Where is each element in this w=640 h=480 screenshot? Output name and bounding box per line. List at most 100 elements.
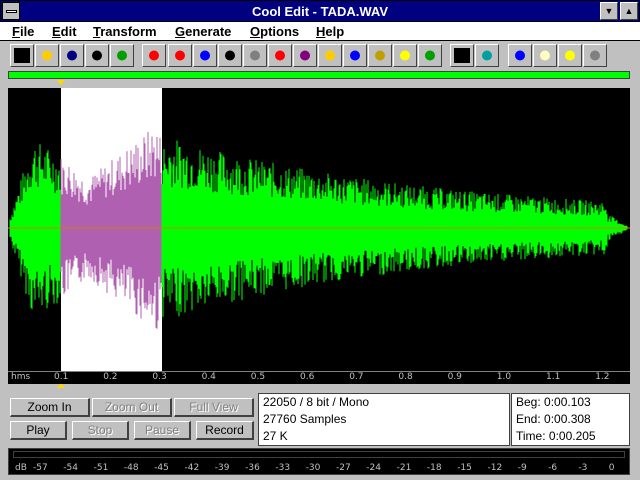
pencil-icon	[14, 48, 30, 63]
notes-tool-button[interactable]	[533, 44, 557, 67]
brightness-icon	[397, 48, 413, 63]
record-button[interactable]: Record	[196, 421, 254, 440]
refresh-tool-button[interactable]	[508, 44, 532, 67]
reverse-tool-button[interactable]	[142, 44, 166, 67]
noise-icon	[372, 48, 388, 63]
filter-tool-button[interactable]	[293, 44, 317, 67]
pause-button[interactable]: Pause	[134, 421, 191, 440]
ruler-tick-label: 0.9	[447, 372, 462, 382]
help-icon	[562, 48, 578, 63]
menu-transform[interactable]: Transform	[93, 24, 157, 39]
ruler-tick-label: 0.5	[250, 372, 266, 382]
play-line-tool-button[interactable]	[450, 44, 474, 67]
spectrum-tool-button[interactable]	[418, 44, 442, 67]
mix-icon	[114, 48, 130, 63]
title-bar: Cool Edit - TADA.WAV ▼ ▲	[0, 0, 640, 22]
begin-time: Beg: 0:00.103	[516, 395, 591, 409]
save-tool-button[interactable]	[60, 44, 84, 67]
record-dot-tool-button[interactable]	[218, 44, 242, 67]
meter-tick-label: -36	[245, 463, 260, 473]
meter-tick-label: 0	[608, 463, 615, 473]
stop-button[interactable]: Stop	[72, 421, 129, 440]
minimize-button[interactable]: ▼	[600, 2, 618, 20]
notes-icon	[537, 48, 553, 63]
toolbar	[0, 42, 640, 70]
menu-generate[interactable]: Generate	[175, 24, 231, 39]
meter-tick-label: -24	[366, 463, 381, 473]
stretch-icon	[322, 48, 338, 63]
meter-tick-label: -3	[578, 463, 588, 473]
invert-tool-button[interactable]	[168, 44, 192, 67]
echo-tool-button[interactable]	[343, 44, 367, 67]
save-as-tool-button[interactable]	[85, 44, 109, 67]
window-title: Cool Edit - TADA.WAV	[252, 4, 388, 19]
brightness-tool-button[interactable]	[393, 44, 417, 67]
zoom-in-button[interactable]: Zoom In	[10, 398, 90, 417]
overview-bar[interactable]	[8, 71, 630, 79]
menu-options[interactable]: Options	[250, 24, 299, 39]
open-folder-tool-button[interactable]	[35, 44, 59, 67]
meter-tick-label: -45	[154, 463, 169, 473]
fade-tool-button[interactable]	[268, 44, 292, 67]
meter-tick-label: -6	[548, 463, 558, 473]
range-info-panel: Beg: 0:00.103 End: 0:00.308 Time: 0:00.2…	[511, 393, 630, 446]
menu-help[interactable]: Help	[316, 24, 344, 39]
noise-tool-button[interactable]	[368, 44, 392, 67]
ruler-tick-label: 0.7	[349, 372, 364, 382]
ruler-tick-label: 0.6	[300, 372, 315, 382]
menu-file[interactable]: File	[12, 24, 34, 39]
help-tool-button[interactable]	[558, 44, 582, 67]
mix-tool-button[interactable]	[110, 44, 134, 67]
meter-tick-label: -51	[93, 463, 109, 473]
meter-tick-label: -15	[457, 463, 472, 473]
spectral-tool-button[interactable]	[475, 44, 499, 67]
ruler-tick-label: 0.1	[54, 372, 69, 382]
fade-icon	[272, 48, 288, 63]
save-as-icon	[89, 48, 105, 63]
format-info: 22050 / 8 bit / Mono	[263, 395, 370, 409]
envelope-tool-button[interactable]	[243, 44, 267, 67]
meter-tick-label: -42	[184, 463, 200, 473]
menu-edit[interactable]: Edit	[52, 24, 77, 39]
duration-time: Time: 0:00.205	[516, 429, 596, 443]
ruler-tick-label: 1.2	[595, 372, 610, 382]
spectrum-icon	[422, 48, 438, 63]
meter-tick-label: -54	[63, 463, 78, 473]
pencil-tool-button[interactable]	[10, 44, 34, 67]
ruler-tick-label: 1.0	[496, 372, 512, 382]
meter-tick-label: -30	[305, 463, 321, 473]
play-line-icon	[454, 48, 470, 63]
samples-info: 27760 Samples	[263, 412, 347, 426]
envelope-icon	[247, 48, 263, 63]
refresh-icon	[512, 48, 528, 63]
ruler-unit: hms	[11, 372, 31, 382]
maximize-button[interactable]: ▲	[620, 2, 638, 20]
ruler-tick-label: 1.1	[546, 372, 561, 382]
ruler-tick-label: 0.3	[152, 372, 167, 382]
settings-tool-button[interactable]	[583, 44, 607, 67]
stretch-tool-button[interactable]	[318, 44, 342, 67]
music-note-tool-button[interactable]	[193, 44, 217, 67]
meter-tick-label: -57	[33, 463, 48, 473]
settings-icon	[587, 48, 603, 63]
open-folder-icon	[39, 48, 55, 63]
meter-tick-label: -18	[426, 463, 442, 473]
full-view-button[interactable]: Full View	[174, 398, 254, 417]
ruler-tick-label: 0.4	[201, 372, 216, 382]
save-icon	[64, 48, 80, 63]
invert-icon	[172, 48, 188, 63]
play-button[interactable]: Play	[10, 421, 67, 440]
meter-tick-label: -39	[214, 463, 230, 473]
ruler-tick-label: 0.8	[398, 372, 413, 382]
echo-icon	[347, 48, 363, 63]
meter-tick-label: -12	[487, 463, 503, 473]
meter-tick-label: -48	[123, 463, 139, 473]
meter-unit: dB	[15, 463, 27, 473]
time-ruler[interactable]: hms 0.1 0.2 0.3 0.4 0.5 0.6 0.7 0.8 0.9 1.0 1.1 1.2	[8, 371, 630, 384]
level-meter-track	[13, 451, 625, 458]
zoom-out-button[interactable]: Zoom Out	[92, 398, 172, 417]
end-time: End: 0:00.308	[516, 412, 591, 426]
selection-start-marker[interactable]	[57, 80, 65, 85]
waveform-display[interactable]	[8, 88, 630, 371]
file-info-panel: 22050 / 8 bit / Mono 27760 Samples 27 K	[258, 393, 510, 446]
